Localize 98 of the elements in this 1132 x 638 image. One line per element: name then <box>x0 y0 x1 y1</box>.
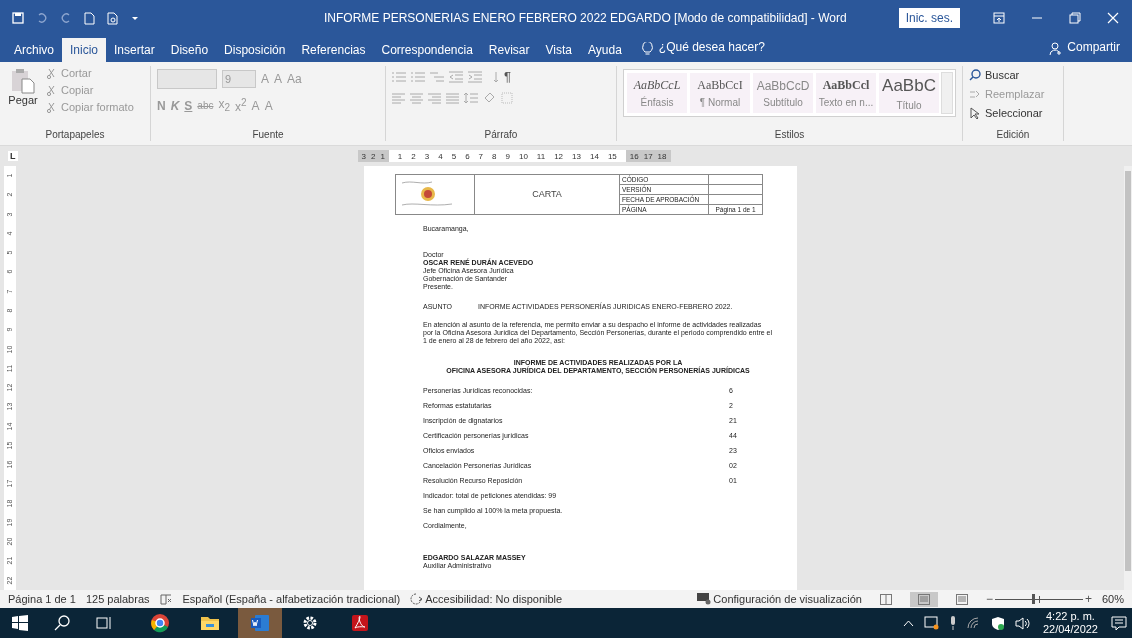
redo-icon[interactable] <box>60 12 72 24</box>
language-status[interactable]: Español (España - alfabetización tradicional) <box>182 593 401 605</box>
page-globe-icon <box>955 593 968 605</box>
style-option[interactable]: AaBbCcl Texto en n... <box>816 73 876 113</box>
ruler-number: 2 <box>370 151 376 161</box>
cursor-icon <box>969 107 981 119</box>
page-count[interactable]: Página 1 de 1 <box>8 593 76 605</box>
undo-icon[interactable] <box>36 12 48 24</box>
multilevel-list-icon[interactable] <box>430 70 444 83</box>
replace-icon <box>969 88 981 100</box>
ruler-number: 3 <box>361 151 366 161</box>
group-label: Fuente <box>251 129 285 141</box>
group-label: Portapapeles <box>44 129 106 141</box>
print-preview-icon[interactable] <box>107 11 119 25</box>
wifi-icon[interactable] <box>966 617 981 629</box>
show-formatting-button[interactable]: ¶ <box>504 69 511 84</box>
customize-caret-icon[interactable] <box>131 14 139 22</box>
ribbon-tab[interactable]: Archivo <box>6 38 62 62</box>
ruler-number: 8 <box>492 151 497 161</box>
search-icon <box>969 69 981 81</box>
monitor-gear-icon[interactable] <box>697 593 712 605</box>
share-button[interactable]: Compartir <box>1067 40 1120 62</box>
group-label: Edición <box>995 129 1031 141</box>
notifications-icon[interactable] <box>1111 615 1127 631</box>
shield-check-icon[interactable] <box>990 615 1005 631</box>
word-count[interactable]: 125 palabras <box>85 593 150 605</box>
ruler-number: 5 <box>451 151 457 161</box>
tell-me-search[interactable]: ¿Qué desea hacer? <box>658 40 765 62</box>
clock-date[interactable]: 22/04/2022 <box>1042 623 1098 636</box>
ribbon-tab[interactable]: Correspondencia <box>373 38 481 62</box>
chevron-up-icon[interactable] <box>902 619 914 627</box>
ruler-number: 18 <box>657 151 667 161</box>
ribbon-tab[interactable]: Revisar <box>480 38 538 62</box>
ruler-number: 1 <box>397 151 403 161</box>
style-option[interactable]: AaBbCcI ¶ Normal <box>690 73 750 113</box>
accessibility-icon[interactable] <box>410 593 424 605</box>
document-type-title: CARTA <box>474 174 620 215</box>
zoom-slider[interactable] <box>994 594 1083 604</box>
clipboard-icon <box>11 68 35 94</box>
close-icon[interactable] <box>1107 12 1119 24</box>
ruler-number: 14 <box>589 151 599 161</box>
accessibility-status[interactable]: Accesibilidad: No disponible <box>425 593 563 605</box>
open-book-icon <box>879 593 892 605</box>
ribbon-tab[interactable]: Vista <box>537 38 580 62</box>
zoom-out-button[interactable]: − <box>985 592 993 606</box>
window-title: INFORME PERSONERIAS ENERO FEBRERO 2022 EDGARDO [Modo de compatibilidad] - Word <box>323 11 848 25</box>
ribbon-tab[interactable]: Ayuda <box>580 38 630 62</box>
proofing-book-icon[interactable] <box>159 593 173 605</box>
print-layout-button[interactable] <box>909 591 938 607</box>
ruler-number: 17 <box>643 151 653 161</box>
style-option[interactable]: AaBbC Título <box>879 73 939 113</box>
scissors-icon <box>46 67 57 79</box>
windows-start-icon[interactable] <box>12 615 28 631</box>
ruler-number: 10 <box>518 151 528 161</box>
sign-in-button[interactable]: Inic. ses. <box>898 8 960 28</box>
zoom-percentage[interactable]: 60% <box>1101 593 1124 605</box>
share-person-icon[interactable] <box>1049 42 1064 56</box>
style-option[interactable]: AaBbCcL Énfasis <box>627 73 687 113</box>
ribbon-tab[interactable]: Disposición <box>216 38 294 62</box>
ruler-number: 3 <box>424 151 430 161</box>
group-label: Estilos <box>773 129 806 141</box>
ribbon-tab[interactable]: Inicio <box>62 38 107 62</box>
ruler-number: 13 <box>572 151 581 161</box>
editing-command[interactable]: Buscar <box>985 69 1020 81</box>
ribbon-display-icon[interactable] <box>993 12 1005 24</box>
ribbon-tab[interactable]: Diseño <box>162 38 217 62</box>
font-name-field[interactable] <box>157 69 217 89</box>
scrollbar-thumb[interactable] <box>1125 171 1131 571</box>
paste-button[interactable]: Pegar <box>6 66 40 129</box>
ruler-number: 11 <box>536 151 546 161</box>
restore-icon[interactable] <box>1069 12 1081 24</box>
zoom-in-button[interactable]: + <box>1084 592 1092 606</box>
tablet-badge-icon[interactable] <box>923 616 939 630</box>
task-view-icon[interactable] <box>96 615 112 631</box>
ruler-number: 6 <box>465 151 470 161</box>
ruler-number: 1 <box>380 151 385 161</box>
display-settings[interactable]: Configuración de visualización <box>713 593 862 605</box>
ruler-number: 4 <box>438 151 443 161</box>
clock-time[interactable]: 4:22 p. m. <box>1046 610 1095 623</box>
save-icon[interactable] <box>12 12 24 24</box>
ruler-number: 9 <box>505 151 510 161</box>
editing-command[interactable]: Seleccionar <box>985 107 1043 119</box>
ruler-number: 2 <box>411 151 416 161</box>
ribbon-tab[interactable]: Insertar <box>106 38 163 62</box>
search-icon[interactable] <box>54 615 70 631</box>
ruler-number: 7 <box>478 151 484 161</box>
ruler-number: 15 <box>607 151 617 161</box>
page-lines-icon <box>917 593 930 605</box>
tab-selector[interactable]: L <box>8 151 18 161</box>
lightbulb-icon <box>641 42 653 56</box>
gallery-scrollbar[interactable] <box>941 72 953 114</box>
microphone-icon[interactable] <box>948 616 957 630</box>
group-label: Párrafo <box>483 129 519 141</box>
ruler-number: 12 <box>554 151 564 161</box>
ribbon-tab[interactable]: Referencias <box>293 38 374 62</box>
speaker-icon[interactable] <box>1014 616 1030 630</box>
ruler-number: 16 <box>629 151 639 161</box>
new-document-icon[interactable] <box>84 11 95 25</box>
